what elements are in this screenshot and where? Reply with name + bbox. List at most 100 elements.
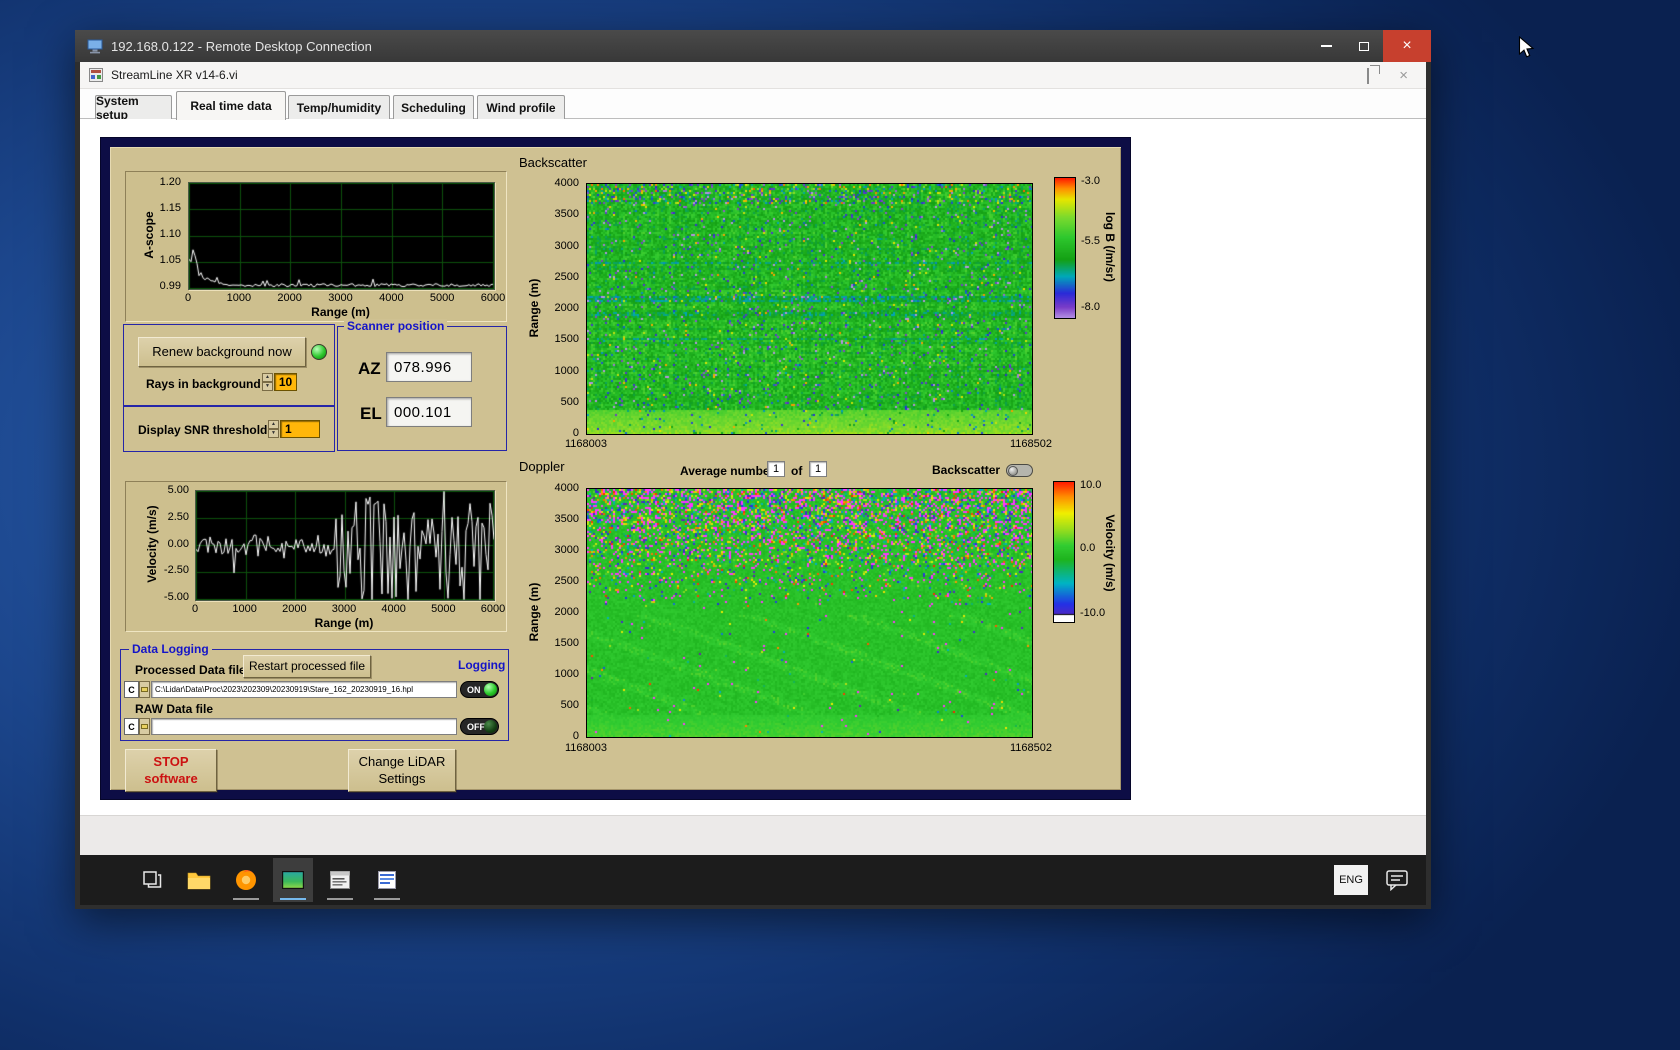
streamline-app-button[interactable]: [273, 858, 313, 902]
doppler-y-ticks: 40003500300025002000150010005000: [544, 488, 582, 736]
app-title: StreamLine XR v14-6.vi: [111, 68, 238, 82]
rdp-minimize-button[interactable]: [1307, 30, 1345, 62]
folder-icon: [141, 687, 148, 692]
tick-label: -8.0: [1081, 301, 1100, 313]
rays-in-background-field[interactable]: 10: [274, 373, 297, 391]
average-total-field[interactable]: 1: [809, 461, 827, 477]
tick-label: 3000: [555, 240, 579, 252]
raw-drive-button[interactable]: C: [124, 718, 139, 735]
processed-drive-button[interactable]: C: [124, 681, 139, 698]
tick-label: 2000: [277, 292, 301, 304]
tick-label: 0.0: [1080, 542, 1095, 554]
streamline-app-icon: [281, 870, 305, 890]
rays-spinner[interactable]: ▲▼: [262, 373, 273, 391]
tick-label: 1168502: [1010, 742, 1052, 754]
tick-label: 2.50: [168, 511, 189, 523]
spinner-down-icon[interactable]: ▼: [262, 382, 273, 391]
background-led-indicator: [311, 344, 327, 360]
tick-label: 1000: [555, 668, 579, 680]
backscatter-colorbar-label: log B (/m/sr): [1103, 212, 1117, 282]
doppler-x-ticks: 11680031168502: [586, 742, 1031, 754]
tick-label: 0.00: [168, 538, 189, 550]
restore-icon: [1367, 68, 1369, 84]
elevation-label: EL: [360, 404, 382, 424]
stop-label-line1: STOP: [153, 754, 188, 770]
tick-label: 1.05: [160, 254, 181, 266]
renew-background-button[interactable]: Renew background now: [138, 337, 306, 367]
processed-browse-button[interactable]: [139, 681, 150, 698]
spinner-up-icon[interactable]: ▲: [262, 373, 273, 382]
tick-label: 1168003: [565, 742, 607, 754]
rdp-close-button[interactable]: ×: [1383, 30, 1431, 62]
toggle-off-led: [484, 720, 497, 733]
tick-label: 500: [561, 699, 579, 711]
scan-scheduler-button[interactable]: [320, 858, 360, 902]
tick-label: -10.0: [1080, 607, 1105, 619]
tick-label: 1000: [555, 365, 579, 377]
snr-threshold-field[interactable]: 1: [280, 420, 320, 438]
notifications-button[interactable]: [1382, 858, 1412, 902]
tick-label: 3000: [555, 544, 579, 556]
raw-logging-toggle[interactable]: OFF: [460, 718, 499, 735]
spinner-down-icon[interactable]: ▼: [268, 429, 279, 438]
ascope-plot: [188, 182, 495, 290]
azimuth-label: AZ: [358, 359, 381, 379]
scanner-position-box: Scanner position AZ 078.996 EL 000.101: [337, 326, 507, 451]
processed-data-file-path[interactable]: C:\Lidar\Data\Proc\2023\202309\20230919\…: [151, 681, 457, 698]
app-restore-button[interactable]: [1367, 69, 1369, 83]
desktop: 192.168.0.122 - Remote Desktop Connectio…: [0, 0, 1680, 1050]
language-indicator[interactable]: ENG: [1334, 865, 1368, 895]
snr-spinner[interactable]: ▲▼: [268, 420, 279, 438]
tick-label: 1.10: [160, 228, 181, 240]
stop-software-button[interactable]: STOP software: [125, 749, 217, 792]
tab-system-setup[interactable]: System setup: [95, 95, 172, 120]
rdp-titlebar[interactable]: 192.168.0.122 - Remote Desktop Connectio…: [75, 30, 1431, 62]
velocity-x-axis-label: Range (m): [195, 616, 493, 630]
notes-app-icon: [378, 871, 396, 889]
restart-processed-file-button[interactable]: Restart processed file: [243, 655, 371, 678]
backscatter-x-ticks: 11680031168502: [586, 438, 1031, 450]
ascope-plot-group: A-scope 1.201.151.101.050.99 01000200030…: [125, 171, 507, 322]
minimize-icon: [1321, 45, 1332, 47]
doppler-colorbar-label: Velocity (m/s): [1103, 514, 1117, 591]
firefox-button[interactable]: [226, 858, 266, 902]
change-lidar-settings-button[interactable]: Change LiDAR Settings: [348, 749, 456, 792]
processed-logging-toggle[interactable]: ON: [460, 681, 499, 698]
raw-browse-button[interactable]: [139, 718, 150, 735]
folder-icon: [141, 724, 148, 729]
average-number-field[interactable]: 1: [767, 461, 785, 477]
tab-temp-humidity[interactable]: Temp/humidity: [288, 95, 390, 120]
tick-label: 1500: [555, 637, 579, 649]
file-explorer-button[interactable]: [179, 858, 219, 902]
tick-label: 5000: [430, 292, 454, 304]
task-view-button[interactable]: [132, 858, 172, 902]
backscatter-display-toggle[interactable]: [1006, 464, 1033, 477]
logging-label: Logging: [458, 658, 505, 672]
raw-data-file-path[interactable]: [151, 718, 457, 735]
tab-scheduling[interactable]: Scheduling: [393, 95, 474, 120]
rdp-maximize-button[interactable]: [1345, 30, 1383, 62]
ascope-x-ticks: 0100020003000400050006000: [188, 292, 493, 304]
app-titlebar[interactable]: StreamLine XR v14-6.vi ×: [80, 62, 1426, 89]
doppler-colorbar: [1053, 481, 1075, 623]
tick-label: 1168003: [565, 438, 607, 450]
tab-real-time-data[interactable]: Real time data: [176, 91, 286, 120]
task-view-icon: [141, 869, 163, 891]
toggle-state-label: ON: [467, 685, 481, 695]
backscatter-heatmap: [586, 183, 1033, 435]
spinner-up-icon[interactable]: ▲: [268, 420, 279, 429]
tick-label: 3500: [555, 513, 579, 525]
remote-taskbar: ENG: [80, 855, 1426, 905]
folder-icon: [187, 870, 211, 890]
tick-label: 6000: [481, 603, 505, 615]
app-close-button[interactable]: ×: [1399, 67, 1408, 84]
notes-app-button[interactable]: [367, 858, 407, 902]
backscatter-title: Backscatter: [519, 155, 587, 170]
tick-label: 1000: [227, 292, 251, 304]
toggle-on-led: [484, 683, 497, 696]
tick-label: 3500: [555, 208, 579, 220]
tab-wind-profile[interactable]: Wind profile: [477, 95, 565, 120]
tick-label: 2000: [555, 606, 579, 618]
tick-label: 1500: [555, 333, 579, 345]
elevation-value-field: 000.101: [386, 397, 472, 427]
